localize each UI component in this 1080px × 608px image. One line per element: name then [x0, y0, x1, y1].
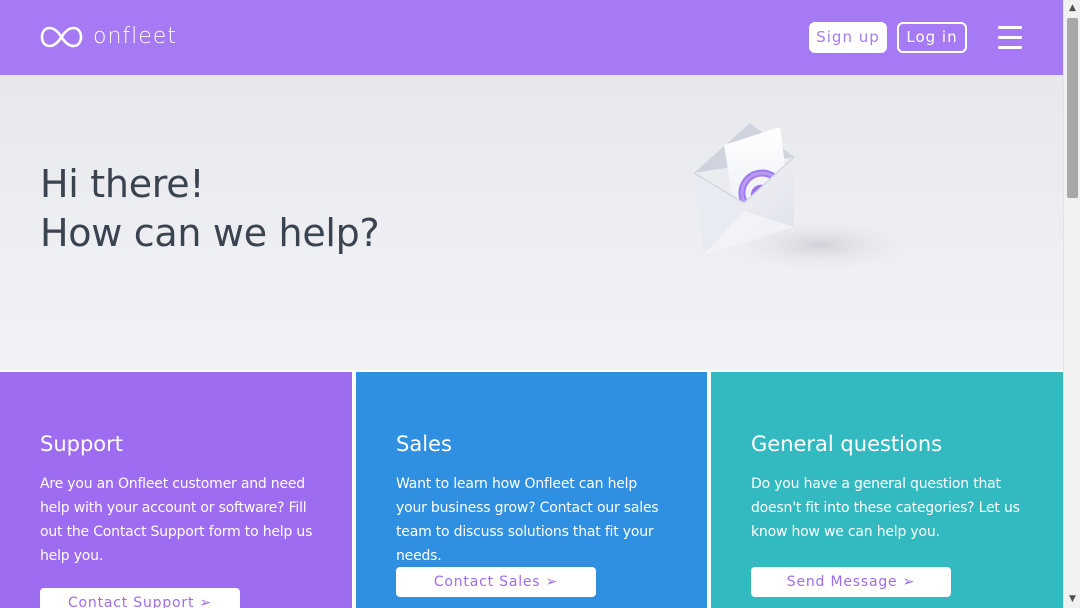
- hero-title-line-1: Hi there!: [40, 162, 205, 206]
- sign-up-button[interactable]: Sign up: [809, 22, 887, 53]
- menu-bar: [998, 36, 1022, 39]
- site-header: onfleet Sign up Log in: [0, 0, 1063, 75]
- menu-bar: [998, 26, 1022, 29]
- general-questions-card: General questions Do you have a general …: [711, 372, 1063, 608]
- general-questions-card-description: Do you have a general question that does…: [751, 476, 1020, 540]
- sales-card-description: Want to learn how Onfleet can help your …: [396, 476, 659, 564]
- infinity-logo-icon: [40, 26, 83, 48]
- hero-title: Hi there! How can we help?: [40, 160, 380, 258]
- hero-section: Hi there! How can we help?: [0, 75, 1063, 370]
- contact-sales-button[interactable]: Contact Sales ➢: [396, 567, 596, 597]
- scroll-up-arrow-icon[interactable]: ▲: [1064, 0, 1080, 17]
- scroll-down-arrow-icon[interactable]: ▼: [1064, 591, 1080, 608]
- page-scrollbar[interactable]: ▲ ▼: [1063, 0, 1080, 608]
- general-questions-card-title: General questions: [751, 432, 943, 456]
- sales-card: Sales Want to learn how Onfleet can help…: [356, 372, 707, 608]
- onfleet-logo[interactable]: onfleet: [40, 23, 177, 51]
- sales-card-title: Sales: [396, 432, 452, 456]
- support-card-title: Support: [40, 432, 124, 456]
- support-card: Support Are you an Onfleet customer and …: [0, 372, 352, 608]
- log-in-button[interactable]: Log in: [897, 22, 967, 53]
- hamburger-menu-icon[interactable]: [998, 26, 1022, 50]
- contact-support-button[interactable]: Contact Support ➢: [40, 588, 240, 608]
- page: onfleet Sign up Log in Hi there! How can…: [0, 0, 1080, 608]
- scrollbar-thumb[interactable]: [1067, 18, 1078, 198]
- menu-bar: [998, 46, 1022, 49]
- hero-title-line-2: How can we help?: [40, 211, 380, 255]
- support-card-description: Are you an Onfleet customer and need hel…: [40, 476, 313, 564]
- send-message-button[interactable]: Send Message ➢: [751, 567, 951, 597]
- envelope-at-sign-icon: [693, 123, 910, 271]
- logo-text: onfleet: [93, 24, 177, 49]
